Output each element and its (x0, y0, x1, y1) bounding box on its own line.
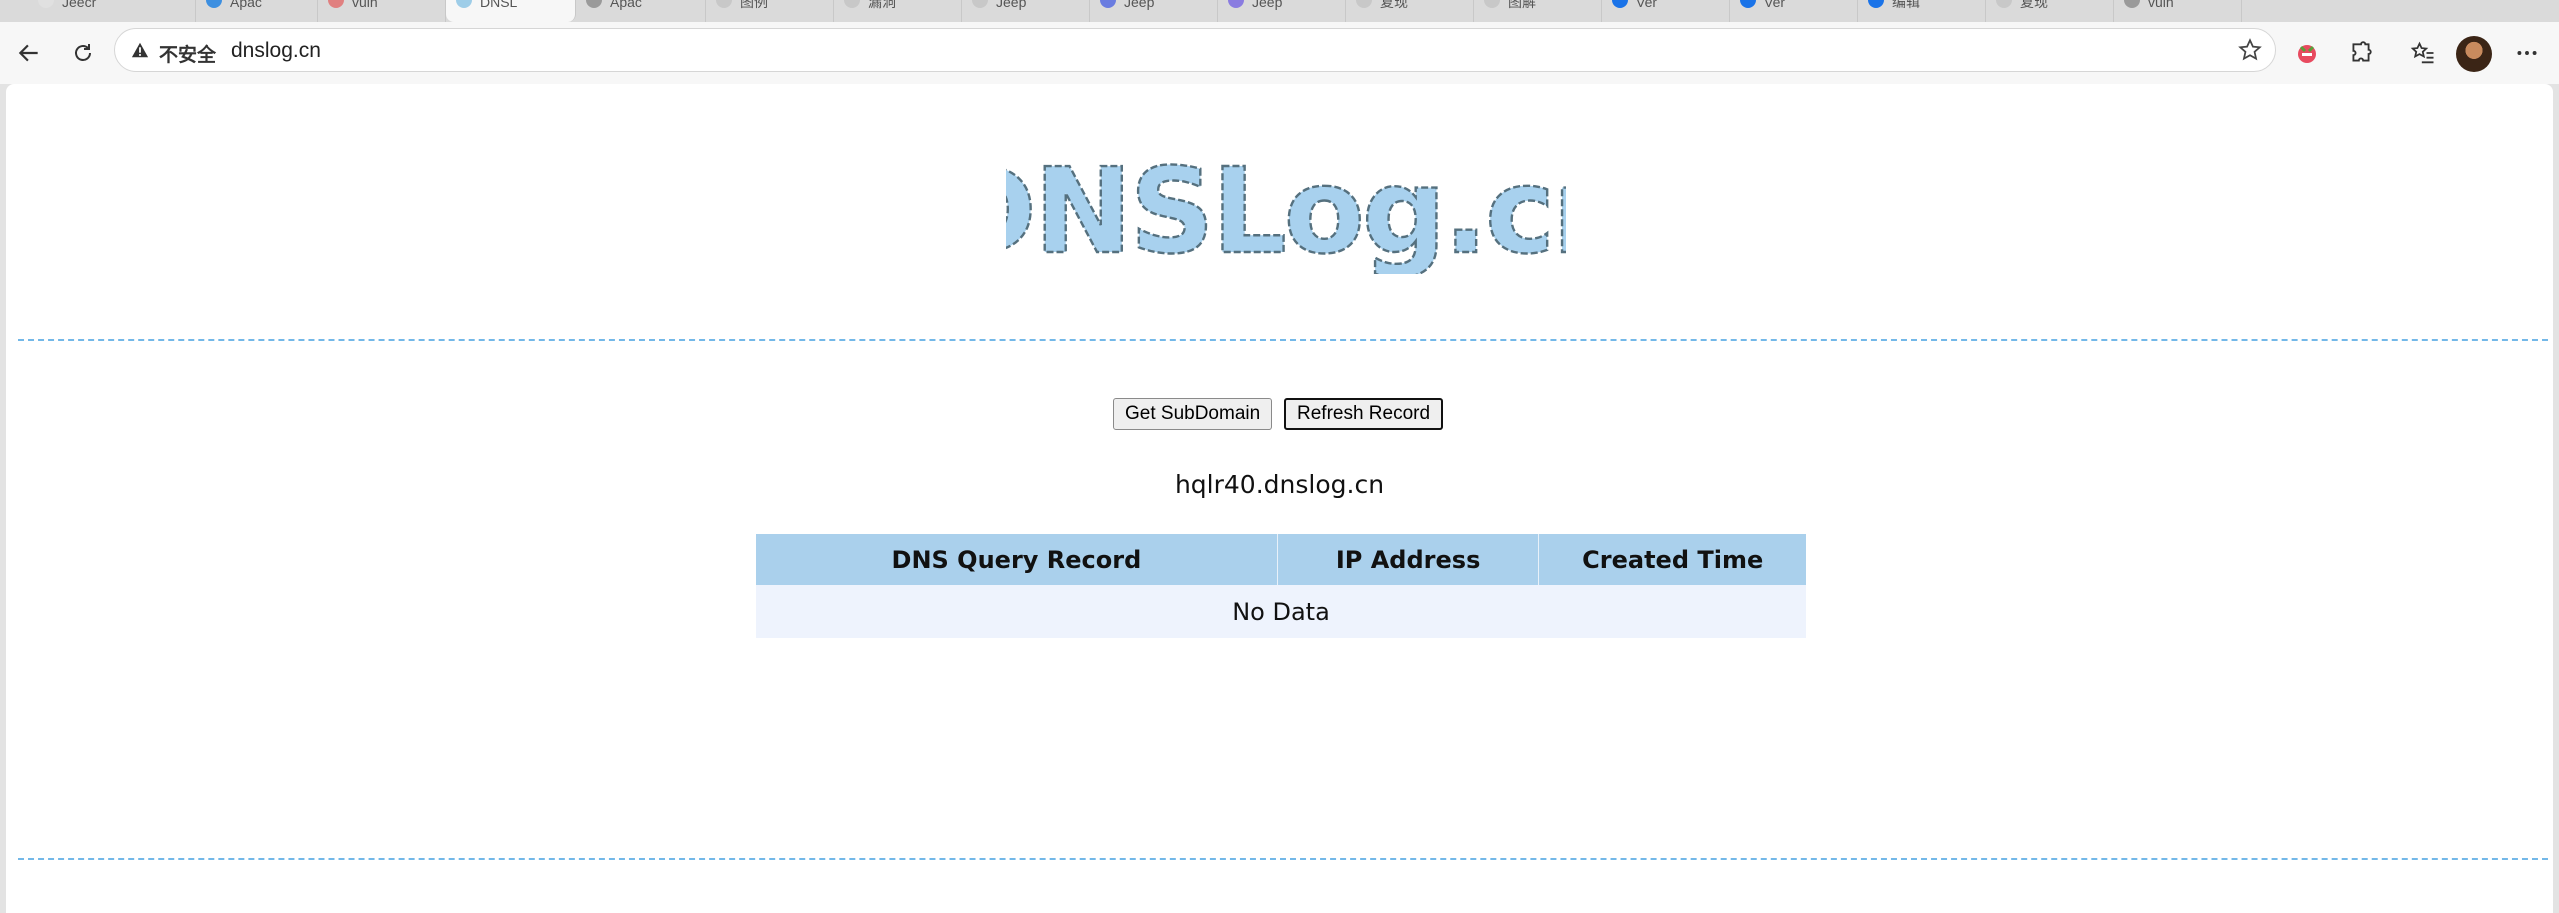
bottom-divider (18, 858, 2548, 860)
extension-badge-icon (2298, 45, 2316, 63)
browser-tab[interactable]: Jeep (1090, 0, 1218, 22)
browser-tab[interactable]: Apac (196, 0, 318, 22)
dns-records-table: DNS Query Record IP Address Created Time… (756, 534, 1806, 638)
tab-favicon-icon (1996, 0, 2012, 8)
column-header-dns-query-record: DNS Query Record (756, 534, 1278, 585)
reload-icon (75, 44, 91, 61)
tab-label: 编辑 (1892, 0, 1920, 10)
browser-tab[interactable]: 复现 (1986, 0, 2114, 22)
tab-favicon-icon (1100, 0, 1116, 8)
browser-tab[interactable]: 漏洞 (834, 0, 962, 22)
tab-favicon-icon (206, 0, 222, 8)
settings-menu-button[interactable] (2512, 38, 2542, 68)
tab-label: Apac (230, 0, 262, 10)
extension-button[interactable] (2292, 38, 2322, 68)
star-icon[interactable] (2237, 37, 2263, 63)
browser-tab[interactable]: Apac (576, 0, 706, 22)
browser-toolbar: 不安全 dnslog.cn (0, 22, 2559, 84)
tab-label: Jeep (996, 0, 1027, 10)
top-divider (18, 339, 2548, 341)
dnslog-logo: DNSLog.cn (1006, 144, 1566, 274)
security-status-label[interactable]: 不安全 (159, 40, 216, 67)
back-button[interactable] (12, 36, 46, 70)
tab-favicon-icon (1740, 0, 1756, 8)
browser-tab[interactable]: 编辑 (1858, 0, 1986, 22)
favorites-button[interactable] (2408, 38, 2438, 68)
favorites-list-icon (2410, 41, 2434, 64)
profile-avatar[interactable] (2456, 36, 2492, 72)
browser-tab[interactable]: 复现 (1346, 0, 1474, 22)
tab-label: Jeep (1124, 0, 1155, 10)
browser-tab[interactable]: 图例 (706, 0, 834, 22)
tab-label: Jeecr (62, 0, 97, 10)
page-content: DNSLog.cn Get SubDomain Refresh Record h… (6, 84, 2553, 913)
reload-button[interactable] (66, 36, 100, 70)
more-icon (2517, 51, 2537, 55)
tab-favicon-icon (972, 0, 988, 8)
tab-favicon-icon (586, 0, 602, 8)
tab-label: DNSL (480, 0, 518, 10)
url-text[interactable]: dnslog.cn (231, 39, 321, 63)
browser-tab[interactable]: Ver (1730, 0, 1858, 22)
tab-label: vulh (352, 0, 378, 10)
tab-strip: Jeecr Apac vulh DNSL Apac 图例 漏洞 Jeep Jeep Jeep 复现 图… (0, 0, 2559, 22)
logo-text: DNSLog.cn (1006, 144, 1566, 274)
browser-tab[interactable]: Jeep (962, 0, 1090, 22)
browser-tab[interactable]: DNSL (446, 0, 576, 22)
tab-favicon-icon (456, 0, 472, 8)
column-header-ip-address: IP Address (1277, 534, 1540, 585)
tab-favicon-icon (2124, 0, 2140, 8)
get-subdomain-button[interactable]: Get SubDomain (1113, 398, 1273, 430)
tab-label: 复现 (1380, 0, 1408, 10)
tab-label: 图解 (1508, 0, 1536, 10)
tab-favicon-icon (844, 0, 860, 8)
back-arrow-icon (18, 44, 38, 62)
refresh-record-button[interactable]: Refresh Record (1284, 398, 1444, 430)
tab-label: vulh (2148, 0, 2174, 10)
extensions-button[interactable] (2346, 38, 2376, 68)
tab-favicon-icon (1356, 0, 1372, 8)
tab-favicon-icon (1612, 0, 1628, 8)
tab-favicon-icon (38, 0, 54, 8)
column-header-created-time: Created Time (1538, 534, 1806, 585)
table-row: No Data (756, 585, 1806, 638)
tab-label: Ver (1636, 0, 1658, 10)
browser-tab[interactable]: vulh (2114, 0, 2242, 22)
table-header-row: DNS Query Record IP Address Created Time (756, 534, 1806, 585)
subdomain-text[interactable]: hqlr40.dnslog.cn (6, 470, 2553, 499)
browser-tab[interactable]: vulh (318, 0, 446, 22)
tab-label: Apac (610, 0, 642, 10)
tab-favicon-icon (1484, 0, 1500, 8)
puzzle-icon (2352, 41, 2372, 62)
warning-icon[interactable] (131, 41, 149, 59)
browser-tab[interactable]: 图解 (1474, 0, 1602, 22)
tab-label: Jeep (1252, 0, 1283, 10)
tab-label: 图例 (740, 0, 768, 10)
browser-tab[interactable]: Jeep (1218, 0, 1346, 22)
tab-favicon-icon (328, 0, 344, 8)
browser-tab[interactable]: Jeecr (28, 0, 196, 22)
empty-table-message: No Data (756, 585, 1806, 638)
tab-favicon-icon (716, 0, 732, 8)
browser-tab[interactable]: Ver (1602, 0, 1730, 22)
address-bar[interactable]: 不安全 dnslog.cn (114, 28, 2276, 72)
tab-favicon-icon (1228, 0, 1244, 8)
tab-label: 复现 (2020, 0, 2048, 10)
tab-label: 漏洞 (868, 0, 896, 10)
tab-favicon-icon (1868, 0, 1884, 8)
tab-label: Ver (1764, 0, 1786, 10)
